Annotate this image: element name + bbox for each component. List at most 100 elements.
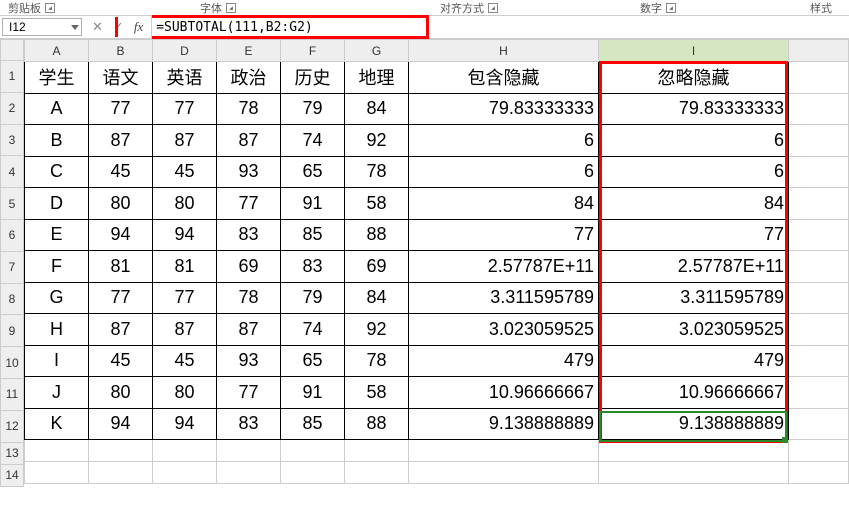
column-header-row[interactable]: ABDEFGHI [25,40,849,62]
data-cell[interactable]: 84 [409,188,599,220]
empty-cell[interactable] [789,251,849,283]
data-cell[interactable]: 78 [345,345,409,377]
empty-cell[interactable] [789,462,849,484]
data-cell[interactable]: 79.83333333 [409,93,599,125]
data-cell[interactable]: 88 [345,219,409,251]
header-cell[interactable]: 语文 [89,62,153,94]
empty-cell[interactable] [789,62,849,94]
data-cell[interactable]: 45 [153,345,217,377]
empty-cell[interactable] [789,93,849,125]
header-cell[interactable]: 地理 [345,62,409,94]
header-cell[interactable]: 英语 [153,62,217,94]
data-cell[interactable]: 83 [217,219,281,251]
spreadsheet-grid[interactable]: ABDEFGHI 学生语文英语政治历史地理包含隐藏忽略隐藏A7777787984… [24,39,849,484]
data-cell[interactable]: 77 [89,282,153,314]
empty-cell[interactable] [789,377,849,409]
select-all-corner[interactable] [0,39,24,61]
clipboard-launcher-icon[interactable] [45,3,55,13]
row-header[interactable]: 8 [0,284,24,316]
fx-icon[interactable]: fx [134,19,143,35]
empty-cell[interactable] [599,462,789,484]
data-cell[interactable]: 85 [281,219,345,251]
header-cell[interactable]: 政治 [217,62,281,94]
data-cell[interactable]: 479 [599,345,789,377]
font-launcher-icon[interactable] [226,3,236,13]
data-cell[interactable]: 83 [217,408,281,440]
data-cell[interactable]: 92 [345,125,409,157]
empty-cell[interactable] [789,219,849,251]
data-cell[interactable]: 79 [281,93,345,125]
empty-cell[interactable] [599,440,789,462]
empty-cell[interactable] [25,440,89,462]
number-launcher-icon[interactable] [666,3,676,13]
empty-cell[interactable] [409,440,599,462]
data-cell[interactable]: 58 [345,377,409,409]
column-header[interactable]: A [25,40,89,62]
empty-cell[interactable] [789,408,849,440]
data-cell[interactable]: K [25,408,89,440]
row-header[interactable]: 2 [0,93,24,125]
data-cell[interactable]: 77 [89,93,153,125]
data-cell[interactable]: 87 [217,125,281,157]
data-cell[interactable]: 80 [89,377,153,409]
data-cell[interactable]: 45 [89,345,153,377]
row-header[interactable]: 6 [0,220,24,252]
data-cell[interactable]: 74 [281,314,345,346]
data-cell[interactable]: 479 [409,345,599,377]
empty-cell[interactable] [789,156,849,188]
column-header[interactable]: G [345,40,409,62]
data-cell[interactable]: 69 [345,251,409,283]
cancel-icon[interactable]: ✕ [92,19,103,35]
data-cell[interactable]: 6 [599,125,789,157]
empty-cell[interactable] [217,462,281,484]
data-cell[interactable]: 91 [281,377,345,409]
row-header[interactable]: 13 [0,443,24,465]
empty-cell[interactable] [25,462,89,484]
data-cell[interactable]: 45 [89,156,153,188]
empty-cell[interactable] [789,125,849,157]
data-cell[interactable]: 78 [217,93,281,125]
data-cell[interactable]: E [25,219,89,251]
data-cell[interactable]: 81 [153,251,217,283]
empty-cell[interactable] [153,462,217,484]
column-header[interactable]: H [409,40,599,62]
data-cell[interactable]: 58 [345,188,409,220]
data-cell[interactable]: 3.311595789 [409,282,599,314]
data-cell[interactable]: 87 [217,314,281,346]
row-header[interactable]: 10 [0,347,24,379]
align-launcher-icon[interactable] [488,3,498,13]
data-cell[interactable]: 79.83333333 [599,93,789,125]
data-cell[interactable]: F [25,251,89,283]
data-cell[interactable]: J [25,377,89,409]
name-box-dropdown-icon[interactable] [71,25,79,30]
data-cell[interactable]: 6 [409,156,599,188]
data-cell[interactable]: 83 [281,251,345,283]
header-cell[interactable]: 忽略隐藏 [599,62,789,94]
data-cell[interactable]: 84 [345,282,409,314]
data-cell[interactable]: 77 [217,377,281,409]
header-cell[interactable]: 历史 [281,62,345,94]
data-cell[interactable]: 77 [153,282,217,314]
data-cell[interactable]: 77 [599,219,789,251]
data-cell[interactable]: 10.96666667 [409,377,599,409]
data-cell[interactable]: 6 [409,125,599,157]
data-cell[interactable]: B [25,125,89,157]
data-cell[interactable]: 94 [153,219,217,251]
data-cell[interactable]: 87 [153,314,217,346]
empty-cell[interactable] [89,462,153,484]
row-header[interactable]: 1 [0,61,24,93]
data-cell[interactable]: 84 [345,93,409,125]
data-cell[interactable]: G [25,282,89,314]
row-header[interactable]: 11 [0,379,24,411]
row-header[interactable]: 3 [0,125,24,157]
data-cell[interactable]: 87 [89,125,153,157]
data-cell[interactable]: I [25,345,89,377]
row-header[interactable]: 14 [0,465,24,487]
empty-cell[interactable] [789,282,849,314]
data-cell[interactable]: 6 [599,156,789,188]
row-header[interactable]: 5 [0,188,24,220]
data-cell[interactable]: 45 [153,156,217,188]
data-cell[interactable]: 85 [281,408,345,440]
data-cell[interactable]: 94 [89,408,153,440]
data-cell[interactable]: 81 [89,251,153,283]
